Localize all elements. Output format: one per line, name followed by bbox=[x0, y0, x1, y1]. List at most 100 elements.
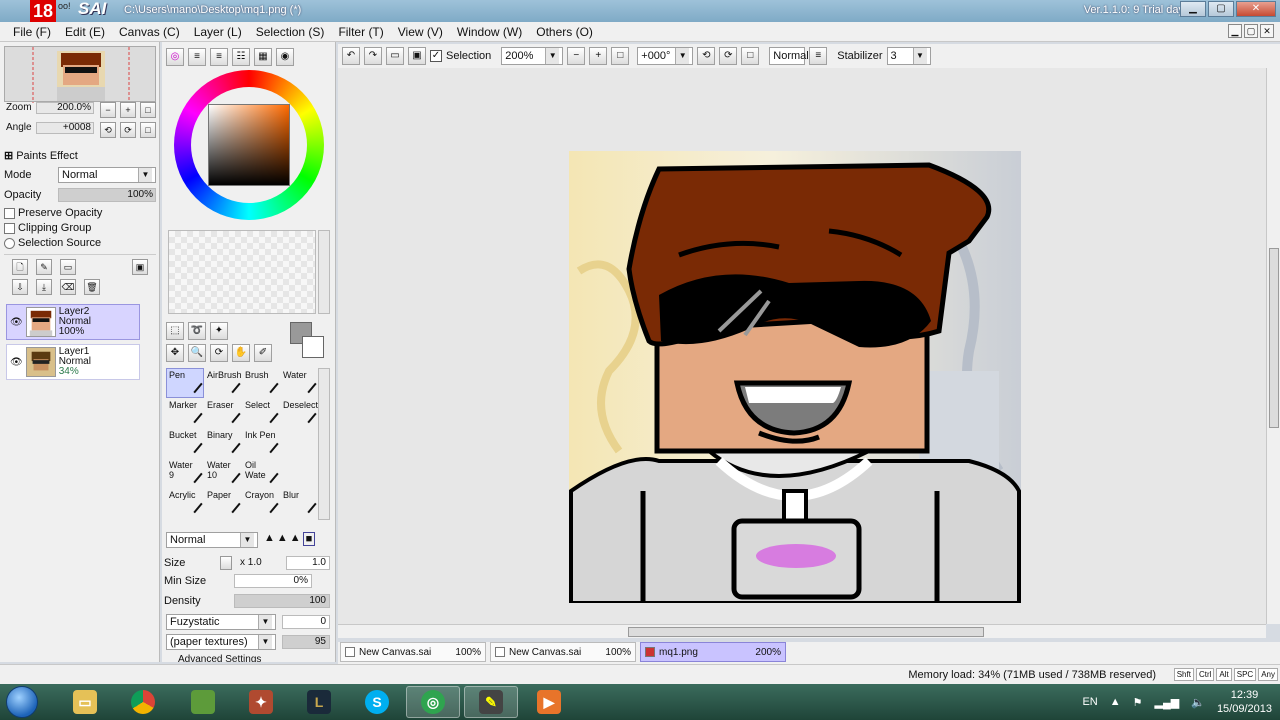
menu-file[interactable]: File (F) bbox=[6, 25, 58, 39]
invert-selection-button[interactable]: ▣ bbox=[408, 47, 426, 65]
advanced-settings-label[interactable]: Advanced Settings bbox=[178, 654, 261, 662]
preserve-opacity-checkbox[interactable]: Preserve Opacity bbox=[4, 207, 102, 219]
nav-zoom-reset-button[interactable]: □ bbox=[140, 102, 156, 118]
rgb-slider-tab-icon[interactable]: ≡ bbox=[188, 48, 206, 66]
delete-layer-icon[interactable]: 🗑 bbox=[84, 279, 100, 295]
zoom-tool-icon[interactable]: 🔍 bbox=[188, 344, 206, 362]
language-indicator[interactable]: EN bbox=[1082, 696, 1097, 708]
flag-icon[interactable]: ⚑ bbox=[1133, 696, 1143, 709]
tool-deselect[interactable]: Deselect bbox=[280, 398, 318, 428]
tool-grid-scrollbar[interactable] bbox=[318, 368, 330, 520]
scratchpad-tab-icon[interactable]: ◉ bbox=[276, 48, 294, 66]
nav-rotate-reset-button[interactable]: □ bbox=[140, 122, 156, 138]
paper-strength-box[interactable]: 95 bbox=[282, 635, 330, 649]
doc-minimize-button[interactable]: ▁ bbox=[1228, 24, 1242, 38]
brush-shape-soft-icon[interactable]: ▲ bbox=[290, 532, 301, 546]
document-tab-new-canvas-1[interactable]: New Canvas.sai 100% bbox=[340, 642, 486, 662]
merge-down-icon[interactable]: ⤓ bbox=[36, 279, 52, 295]
network-icon[interactable]: ▂▄▆ bbox=[1155, 696, 1180, 709]
opacity-slider[interactable]: 100% bbox=[58, 188, 156, 202]
size-toggle-button[interactable] bbox=[220, 556, 232, 570]
layer-row-layer2[interactable]: 👁 Layer2 Normal 100% bbox=[6, 304, 140, 340]
move-tool-icon[interactable]: ✥ bbox=[166, 344, 184, 362]
doc-close-button[interactable]: ✕ bbox=[1260, 24, 1274, 38]
taskbar-paint-tool[interactable]: ✎ bbox=[464, 686, 518, 718]
tool-oil-water[interactable]: Oil Wate bbox=[242, 458, 280, 488]
canvas-horizontal-scrollbar[interactable] bbox=[338, 624, 1266, 638]
zoom-in-button[interactable]: + bbox=[589, 47, 608, 65]
tool-brush[interactable]: Brush bbox=[242, 368, 280, 398]
taskbar-game[interactable]: ✦ bbox=[234, 686, 288, 718]
stabilizer-select[interactable]: 3 ▼ bbox=[886, 47, 931, 65]
rotate-right-button[interactable]: ⟳ bbox=[719, 47, 738, 65]
menu-window[interactable]: Window (W) bbox=[450, 25, 529, 39]
canvas-artwork[interactable] bbox=[569, 151, 1021, 603]
tool-select[interactable]: Select bbox=[242, 398, 280, 428]
lasso-tool-icon[interactable]: ➰ bbox=[188, 322, 206, 340]
menu-layer[interactable]: Layer (L) bbox=[187, 25, 249, 39]
taskbar-skype[interactable]: S bbox=[350, 686, 404, 718]
tool-marker[interactable]: Marker bbox=[166, 398, 204, 428]
blend-mode-select[interactable]: Normal bbox=[769, 47, 809, 65]
rotate-left-button[interactable]: ⟲ bbox=[697, 47, 716, 65]
tool-pen[interactable]: Pen bbox=[166, 368, 204, 398]
angle-slider[interactable]: +0008 bbox=[36, 122, 94, 134]
horizontal-scroll-thumb[interactable] bbox=[628, 627, 984, 637]
zoom-select[interactable]: 200% ▼ bbox=[501, 47, 564, 65]
menu-view[interactable]: View (V) bbox=[391, 25, 450, 39]
eye-icon[interactable]: 👁 bbox=[10, 317, 23, 328]
menu-others[interactable]: Others (O) bbox=[529, 25, 600, 39]
rotate-reset-button[interactable]: □ bbox=[741, 47, 760, 65]
document-tab-new-canvas-2[interactable]: New Canvas.sai 100% bbox=[490, 642, 636, 662]
marquee-tool-icon[interactable]: ⬚ bbox=[166, 322, 184, 340]
clock[interactable]: 12:39 15/09/2013 bbox=[1217, 688, 1272, 716]
size-value-box[interactable]: 1.0 bbox=[286, 556, 330, 570]
hand-tool-icon[interactable]: ✋ bbox=[232, 344, 250, 362]
zoom-reset-button[interactable]: □ bbox=[611, 47, 630, 65]
texture-select[interactable]: Fuzystatic ▼ bbox=[166, 614, 276, 630]
tool-blur[interactable]: Blur bbox=[280, 488, 318, 518]
zoom-slider[interactable]: 200.0% bbox=[36, 102, 94, 114]
tool-acrylic[interactable]: Acrylic bbox=[166, 488, 204, 518]
secondary-color-swatch[interactable] bbox=[302, 336, 324, 358]
color-palette-tab-icon[interactable]: ☷ bbox=[232, 48, 250, 66]
blend-menu-button[interactable]: ≡ bbox=[809, 47, 828, 65]
nav-zoom-in-button[interactable]: + bbox=[120, 102, 136, 118]
clear-layer-icon[interactable]: ⌫ bbox=[60, 279, 76, 295]
taskbar-minecraft[interactable] bbox=[176, 686, 230, 718]
tool-bucket[interactable]: Bucket bbox=[166, 428, 204, 458]
nav-rotate-right-button[interactable]: ⟳ bbox=[120, 122, 136, 138]
taskbar-browser[interactable]: ◎ bbox=[406, 686, 460, 718]
clipping-group-checkbox[interactable]: Clipping Group bbox=[4, 222, 91, 234]
layer-mode-select[interactable]: Normal ▼ bbox=[58, 167, 156, 183]
menu-canvas[interactable]: Canvas (C) bbox=[112, 25, 187, 39]
navigator-preview[interactable] bbox=[4, 46, 156, 103]
nav-rotate-left-button[interactable]: ⟲ bbox=[100, 122, 116, 138]
paints-effect-header[interactable]: ⊞ Paints Effect bbox=[4, 149, 78, 163]
transfer-down-icon[interactable]: ⇩ bbox=[12, 279, 28, 295]
nav-zoom-out-button[interactable]: − bbox=[100, 102, 116, 118]
taskbar-media[interactable]: ▶ bbox=[522, 686, 576, 718]
redo-button[interactable]: ↷ bbox=[364, 47, 382, 65]
deselect-button[interactable]: ▭ bbox=[386, 47, 404, 65]
brush-mode-select[interactable]: Normal ▼ bbox=[166, 532, 258, 548]
tool-binary[interactable]: Binary bbox=[204, 428, 242, 458]
scratchpad-scrollbar[interactable] bbox=[318, 230, 330, 314]
canvas-viewport[interactable] bbox=[338, 68, 1266, 624]
undo-button[interactable]: ↶ bbox=[342, 47, 360, 65]
taskbar-league[interactable]: L bbox=[292, 686, 346, 718]
tool-water[interactable]: Water bbox=[280, 368, 318, 398]
selection-checkbox[interactable]: ✓ bbox=[430, 50, 442, 62]
eyedropper-tool-icon[interactable]: ✐ bbox=[254, 344, 272, 362]
document-tab-mq1[interactable]: mq1.png 200% bbox=[640, 642, 786, 662]
layer-panel-icon[interactable]: ▣ bbox=[132, 259, 148, 275]
tool-airbrush[interactable]: AirBrush bbox=[204, 368, 242, 398]
density-slider[interactable]: 100 bbox=[234, 594, 330, 608]
taskbar-chrome[interactable] bbox=[116, 686, 170, 718]
brush-shape-medium-icon[interactable]: ▲ bbox=[277, 532, 288, 546]
new-folder-icon[interactable]: ▭ bbox=[60, 259, 76, 275]
tool-water-9[interactable]: Water 9 bbox=[166, 458, 204, 488]
start-button[interactable] bbox=[6, 686, 38, 718]
brush-shape-sharp-icon[interactable]: ▲ bbox=[264, 532, 275, 546]
min-size-slider[interactable]: 0% bbox=[234, 574, 312, 588]
